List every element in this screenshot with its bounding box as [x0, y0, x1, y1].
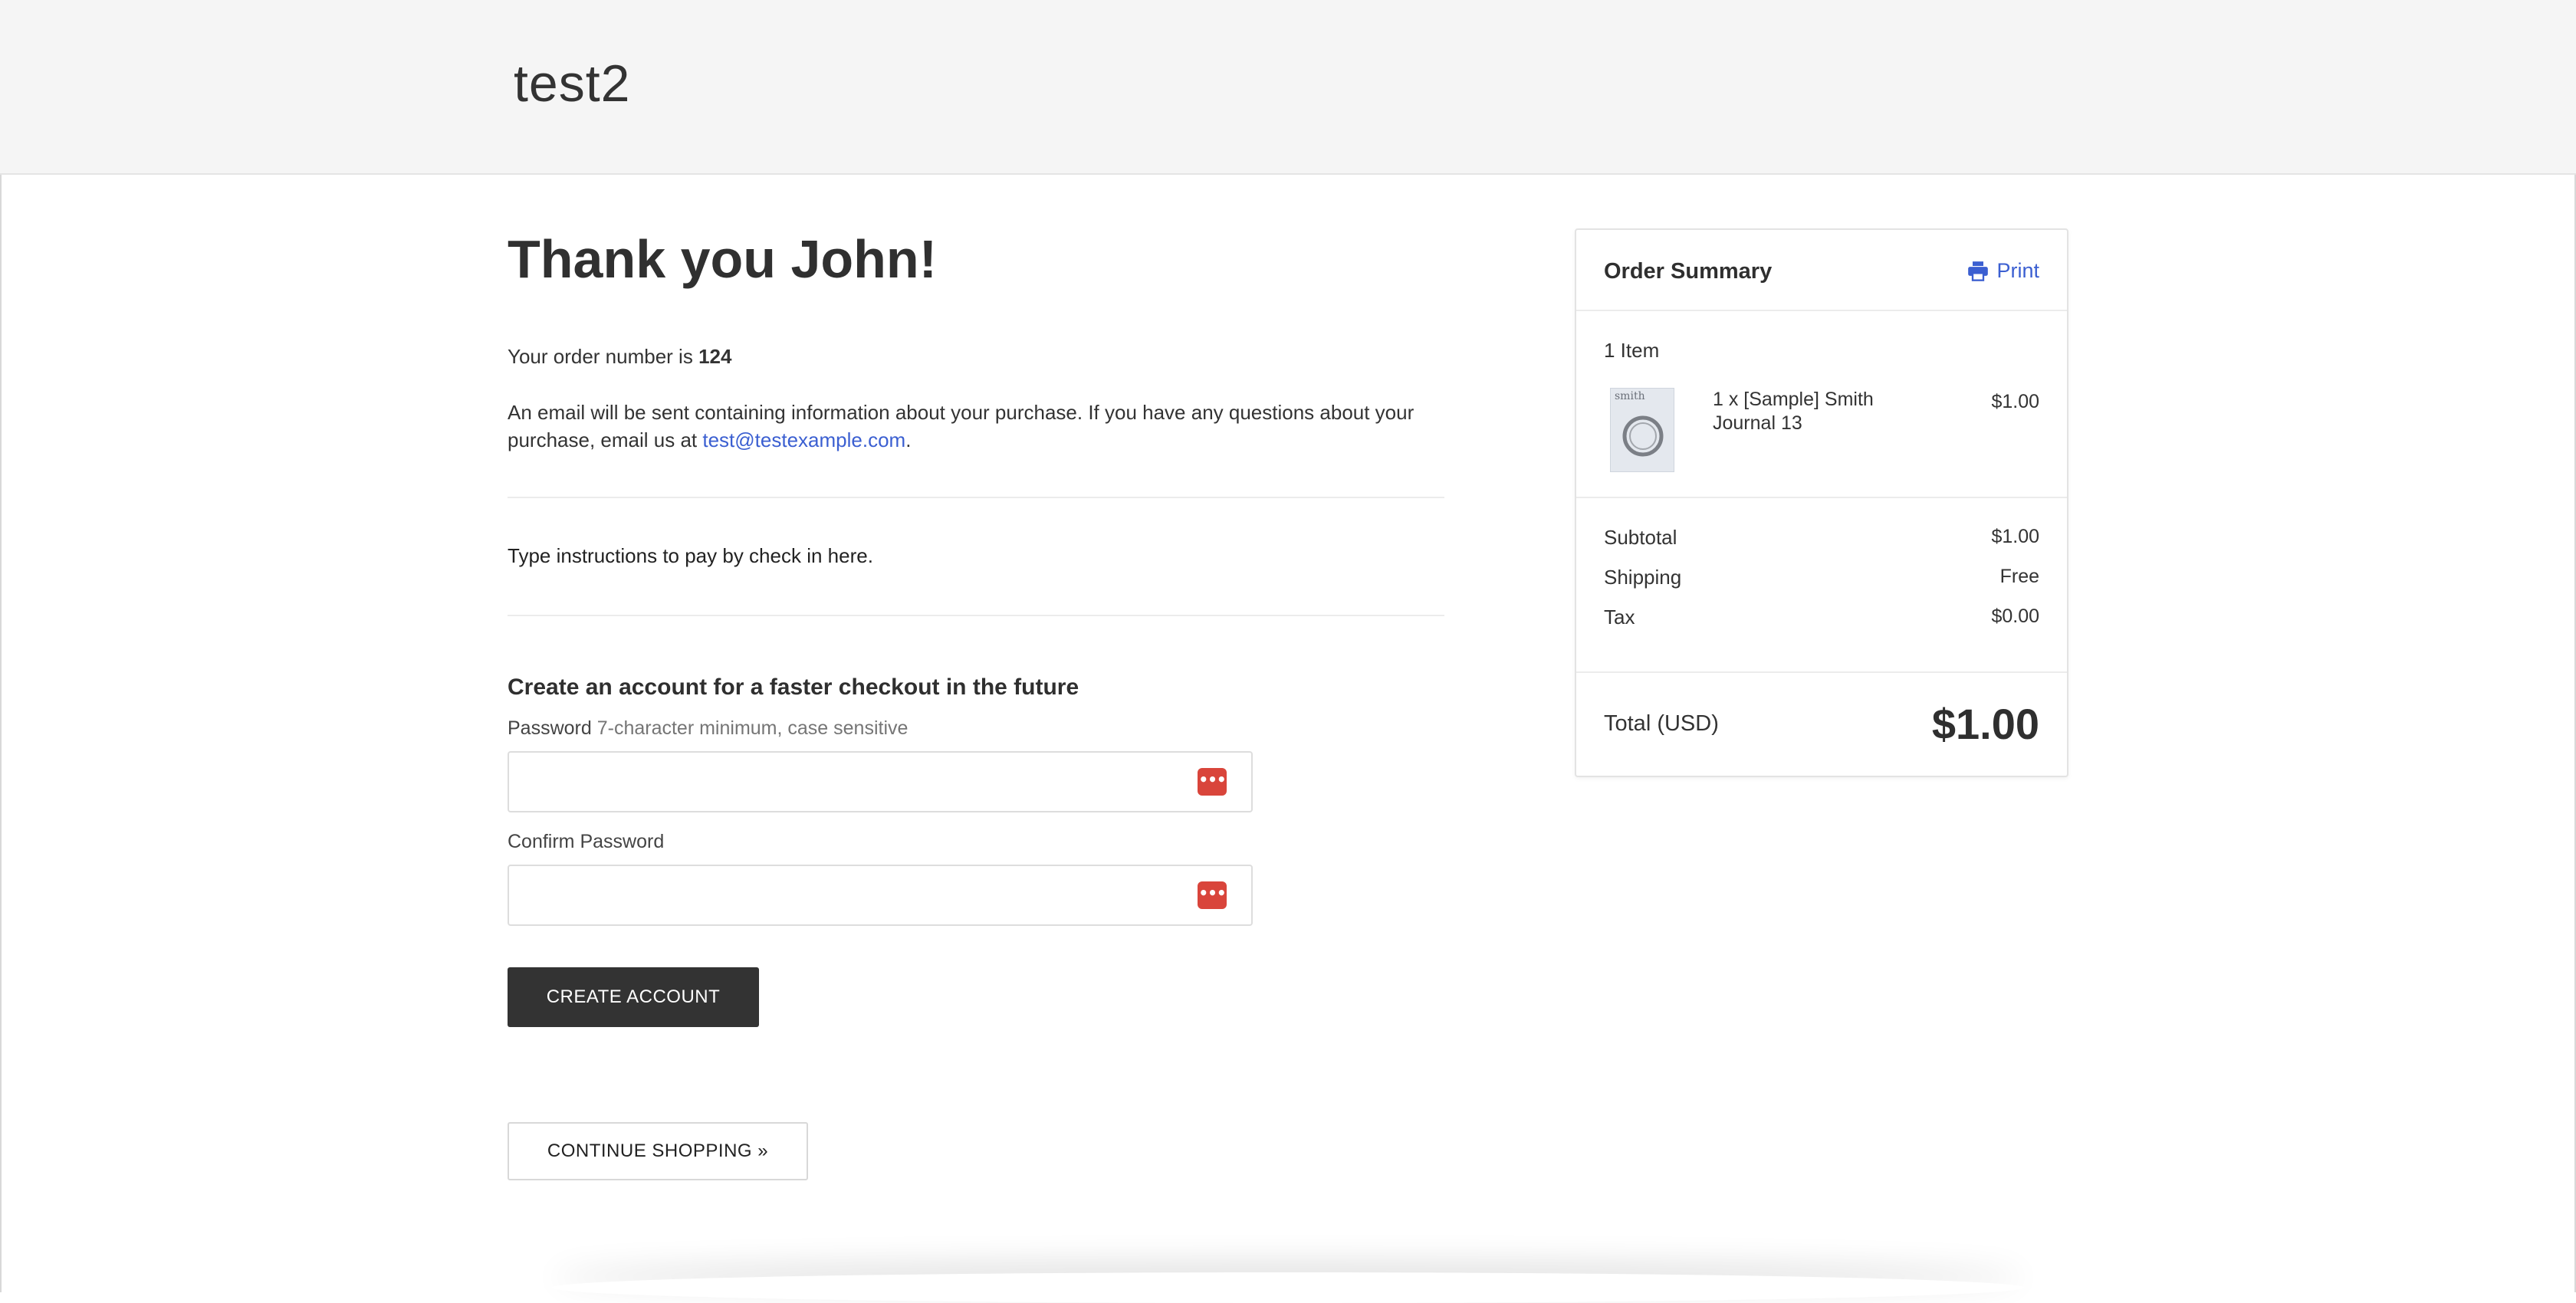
password-input[interactable]	[508, 751, 1253, 812]
section-divider	[508, 615, 1444, 616]
confirm-password-label: Confirm Password	[508, 831, 665, 852]
tax-label: Tax	[1604, 606, 1635, 629]
section-divider	[508, 497, 1444, 498]
contact-email-link[interactable]: test@testexample.com	[702, 428, 905, 451]
continue-shopping-button[interactable]: CONTINUE SHOPPING »	[508, 1122, 808, 1180]
order-number-prefix: Your order number is	[508, 345, 699, 368]
confirm-password-input[interactable]	[508, 865, 1253, 926]
order-number: 124	[698, 345, 732, 368]
store-name[interactable]: test2	[514, 54, 630, 113]
check-payment-instructions: Type instructions to pay by check in her…	[508, 544, 873, 567]
footer-shadow	[552, 1272, 2024, 1303]
email-message-end: .	[905, 428, 912, 451]
print-link[interactable]: Print	[1967, 259, 2039, 283]
product-price: $1.00	[1991, 391, 2039, 412]
printer-icon	[1968, 261, 1989, 281]
email-message: An email will be sent containing informa…	[508, 399, 1458, 454]
summary-divider	[1576, 497, 2067, 498]
email-message-text: An email will be sent containing informa…	[508, 401, 1414, 451]
password-hint: 7-character minimum, case sensitive	[596, 717, 909, 739]
tax-value: $0.00	[1991, 606, 2039, 627]
subtotal-value: $1.00	[1991, 526, 2039, 547]
item-count: 1 Item	[1604, 339, 1660, 362]
print-label: Print	[1996, 259, 2039, 282]
subtotal-label: Subtotal	[1604, 526, 1677, 549]
product-name[interactable]: 1 x [Sample] Smith Journal 13	[1713, 388, 1912, 435]
thank-you-heading: Thank you John!	[508, 229, 937, 289]
browser-frame	[0, 0, 2576, 1292]
total-value: $1.00	[1931, 700, 2039, 748]
create-account-title: Create an account for a faster checkout …	[508, 674, 1079, 700]
shipping-value: Free	[1999, 566, 2039, 587]
site-header: test2	[0, 0, 2576, 175]
order-summary-title: Order Summary	[1604, 259, 1773, 284]
password-manager-icon[interactable]: •••	[1198, 768, 1227, 796]
order-summary-panel: Order Summary Print 1 Item smith 1 x [Sa…	[1575, 228, 2068, 777]
summary-divider	[1576, 671, 2067, 673]
product-cover-art	[1622, 415, 1664, 457]
create-account-button[interactable]: CREATE ACCOUNT	[508, 967, 759, 1027]
password-label: Password 7-character minimum, case sensi…	[508, 717, 908, 740]
total-label: Total (USD)	[1604, 711, 1719, 736]
product-thumbnail[interactable]: smith	[1610, 388, 1674, 472]
shipping-label: Shipping	[1604, 566, 1682, 589]
summary-divider	[1576, 310, 2067, 311]
order-number-line: Your order number is 124	[508, 345, 731, 369]
password-manager-icon[interactable]: •••	[1198, 881, 1227, 909]
password-label-text: Password	[508, 717, 592, 739]
